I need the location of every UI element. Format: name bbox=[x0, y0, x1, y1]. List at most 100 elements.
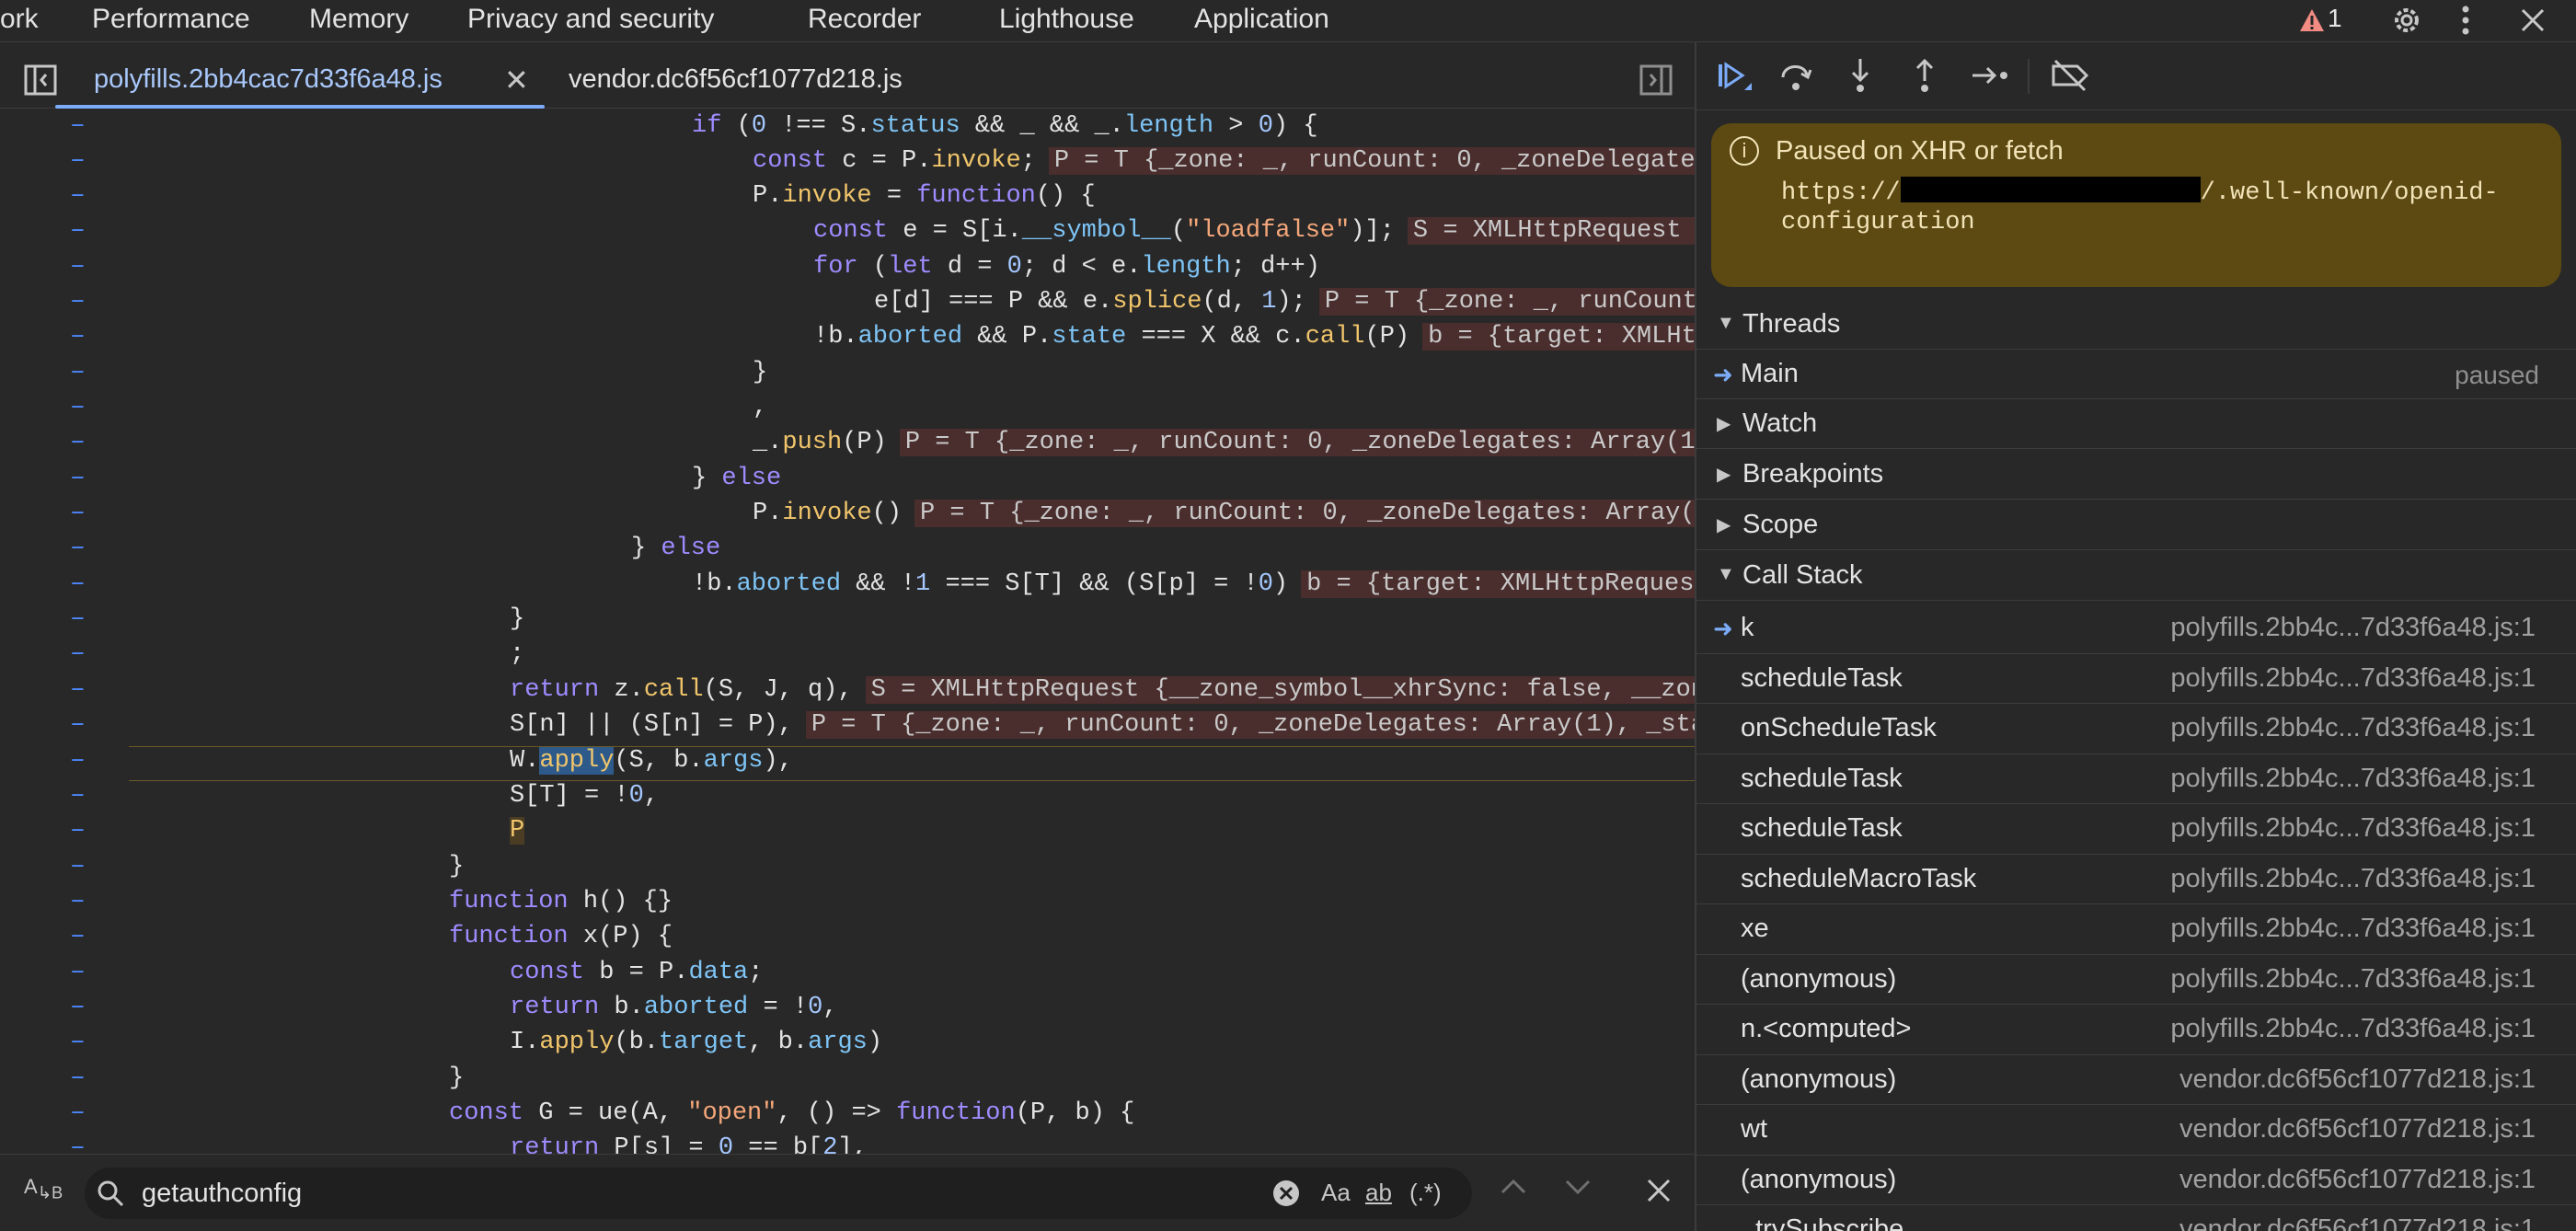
frame-function-name: (anonymous) bbox=[1741, 1164, 1897, 1194]
code-line: – return z.call(S, J, q), S = XMLHttpReque… bbox=[0, 673, 1695, 708]
code-line: – const e = S[i.__symbol__("loadfalse")];… bbox=[0, 213, 1695, 248]
warning-triangle-icon[interactable] bbox=[2298, 2, 2326, 39]
call-stack-frame[interactable]: onScheduleTask polyfills.2bb4c...7d33f6a4… bbox=[1696, 704, 2576, 754]
debugger-sidebar: i Paused on XHR or fetch https:///.well-… bbox=[1696, 42, 2576, 1231]
frame-location[interactable]: vendor.dc6f56cf1077d218.js:1 bbox=[2179, 1165, 2536, 1195]
code-line: –} else bbox=[70, 534, 721, 562]
frame-location[interactable]: polyfills.2bb4c...7d33f6a48.js:1 bbox=[2170, 613, 2536, 643]
frame-function-name: n.<computed> bbox=[1741, 1014, 1912, 1043]
call-stack-frame[interactable]: scheduleTask polyfills.2bb4c...7d33f6a48.… bbox=[1696, 654, 2576, 704]
kebab-menu-icon[interactable] bbox=[2460, 2, 2471, 39]
call-stack-frame[interactable]: _trySubscribe vendor.dc6f56cf1077d218.js:… bbox=[1696, 1205, 2576, 1231]
step-out-icon[interactable] bbox=[1906, 57, 1943, 102]
code-line: – P.invoke = function() { bbox=[70, 181, 1096, 210]
step-into-icon[interactable] bbox=[1842, 57, 1879, 102]
tab-performance[interactable]: Performance bbox=[92, 4, 250, 35]
search-input[interactable] bbox=[142, 1175, 1246, 1212]
source-file-tabs: polyfills.2bb4cac7d33f6a48.js ✕ vendor.d… bbox=[0, 53, 1695, 109]
frame-location[interactable]: polyfills.2bb4c...7d33f6a48.js:1 bbox=[2170, 764, 2536, 794]
code-line: – I.apply(b.target, b.args) bbox=[70, 1028, 883, 1056]
code-line: –; bbox=[70, 639, 525, 668]
call-stack-frame[interactable]: scheduleTask polyfills.2bb4c...7d33f6a48.… bbox=[1696, 754, 2576, 804]
watch-section-header[interactable]: ▶ Watch bbox=[1696, 399, 2576, 449]
regex-button[interactable]: (.*) bbox=[1409, 1179, 1442, 1207]
frame-function-name: scheduleTask bbox=[1741, 813, 1903, 843]
frame-location[interactable]: polyfills.2bb4c...7d33f6a48.js:1 bbox=[2170, 914, 2536, 944]
frame-location[interactable]: polyfills.2bb4c...7d33f6a48.js:1 bbox=[2170, 964, 2536, 995]
call-stack-frame[interactable]: wt vendor.dc6f56cf1077d218.js:1 bbox=[1696, 1105, 2576, 1156]
frame-location[interactable]: polyfills.2bb4c...7d33f6a48.js:1 bbox=[2170, 1014, 2536, 1044]
toggle-navigator-icon[interactable] bbox=[24, 64, 57, 100]
call-stack-frame[interactable]: scheduleTask polyfills.2bb4c...7d33f6a48.… bbox=[1696, 804, 2576, 855]
call-stack-frame[interactable]: n.<computed> polyfills.2bb4c...7d33f6a48.… bbox=[1696, 1005, 2576, 1055]
whole-word-button[interactable]: ab bbox=[1365, 1179, 1392, 1207]
code-line: –} bbox=[70, 358, 768, 386]
code-line: – e[d] === P && e.splice(d, 1); P = T {_zo… bbox=[0, 284, 1695, 319]
paused-reason: Paused on XHR or fetch bbox=[1776, 136, 2064, 166]
match-case-button[interactable]: Aa bbox=[1321, 1179, 1351, 1207]
call-stack-frame[interactable]: (anonymous) vendor.dc6f56cf1077d218.js:1 bbox=[1696, 1156, 2576, 1205]
debugger-toolbar bbox=[1696, 42, 2576, 110]
frame-location[interactable]: polyfills.2bb4c...7d33f6a48.js:1 bbox=[2170, 864, 2536, 894]
call-stack-frame[interactable]: (anonymous) vendor.dc6f56cf1077d218.js:1 bbox=[1696, 1055, 2576, 1105]
warning-count[interactable]: 1 bbox=[2328, 4, 2342, 33]
code-line: – S[T] = !0, bbox=[70, 781, 660, 810]
tab-recorder[interactable]: Recorder bbox=[808, 4, 921, 35]
file-tab-polyfills[interactable]: polyfills.2bb4cac7d33f6a48.js bbox=[94, 64, 443, 95]
threads-section-header[interactable]: ▼ Threads bbox=[1696, 300, 2576, 350]
code-line: – return P[s] = 0 == b[2], bbox=[70, 1133, 868, 1154]
resume-icon[interactable] bbox=[1715, 57, 1754, 102]
call-stack-frame[interactable]: scheduleMacroTask polyfills.2bb4c...7d33f… bbox=[1696, 855, 2576, 904]
step-icon[interactable] bbox=[1969, 57, 2011, 102]
code-line: – function x(P) { bbox=[70, 922, 673, 950]
chevron-down-icon[interactable] bbox=[1564, 1179, 1592, 1202]
code-line: – const c = P.invoke; P = T {_zone: _, run… bbox=[0, 144, 1695, 178]
info-icon: i bbox=[1730, 136, 1759, 166]
frame-location[interactable]: polyfills.2bb4c...7d33f6a48.js:1 bbox=[2170, 813, 2536, 844]
code-line: –} else bbox=[70, 464, 782, 492]
tab-network[interactable]: ork bbox=[0, 4, 39, 35]
deactivate-breakpoints-icon[interactable] bbox=[2050, 57, 2090, 102]
frame-location[interactable]: vendor.dc6f56cf1077d218.js:1 bbox=[2179, 1064, 2536, 1095]
call-stack-frame[interactable]: ➜ k polyfills.2bb4c...7d33f6a48.js:1 bbox=[1696, 604, 2576, 654]
step-over-icon[interactable] bbox=[1777, 57, 1814, 102]
code-editor[interactable]: – if (0 !== S.status && _ && _.length > 0… bbox=[0, 109, 1695, 1154]
tab-memory[interactable]: Memory bbox=[309, 4, 408, 35]
frame-function-name: _trySubscribe bbox=[1741, 1214, 1904, 1231]
thread-main[interactable]: ➜ Main paused bbox=[1696, 350, 2576, 399]
tab-application[interactable]: Application bbox=[1194, 4, 1329, 35]
breakpoints-section-header[interactable]: ▶ Breakpoints bbox=[1696, 450, 2576, 500]
tab-lighthouse[interactable]: Lighthouse bbox=[999, 4, 1134, 35]
code-line: – const b = P.data; bbox=[70, 958, 764, 986]
close-icon[interactable] bbox=[2519, 2, 2547, 39]
clear-search-icon[interactable] bbox=[1271, 1179, 1301, 1214]
tab-privacy-security[interactable]: Privacy and security bbox=[467, 4, 714, 35]
close-tab-icon[interactable]: ✕ bbox=[504, 63, 529, 98]
call-stack-frame[interactable]: (anonymous) polyfills.2bb4c...7d33f6a48.j… bbox=[1696, 955, 2576, 1005]
file-tab-vendor[interactable]: vendor.dc6f56cf1077d218.js bbox=[569, 64, 903, 95]
scope-section-header[interactable]: ▶ Scope bbox=[1696, 500, 2576, 550]
chevron-up-icon[interactable] bbox=[1500, 1177, 1527, 1200]
frame-location[interactable]: polyfills.2bb4c...7d33f6a48.js:1 bbox=[2170, 663, 2536, 694]
gear-icon[interactable] bbox=[2388, 2, 2425, 39]
frame-function-name: scheduleTask bbox=[1741, 662, 1903, 693]
search-box: Aa ab (.*) bbox=[85, 1168, 1472, 1219]
frame-function-name: wt bbox=[1741, 1114, 1767, 1144]
frame-location[interactable]: vendor.dc6f56cf1077d218.js:1 bbox=[2179, 1214, 2536, 1231]
redacted-host bbox=[1900, 177, 2201, 202]
close-search-icon[interactable] bbox=[1645, 1177, 1673, 1209]
frame-location[interactable]: vendor.dc6f56cf1077d218.js:1 bbox=[2179, 1114, 2536, 1145]
call-stack-section-header[interactable]: ▼ Call Stack bbox=[1696, 551, 2576, 601]
call-stack-frame[interactable]: xe polyfills.2bb4c...7d33f6a48.js:1 bbox=[1696, 904, 2576, 955]
toggle-debugger-sidebar-icon[interactable] bbox=[1639, 64, 1673, 100]
current-frame-icon: ➜ bbox=[1713, 615, 1733, 642]
frame-function-name: xe bbox=[1741, 914, 1769, 943]
devtools-panel-tabs: ork Performance Memory Privacy and secur… bbox=[0, 0, 2576, 42]
code-line: – function h() {} bbox=[70, 887, 673, 915]
replace-toggle-icon[interactable]: A↳B bbox=[24, 1175, 63, 1202]
code-line: – S[n] || (S[n] = P), P = T {_zone: _, run… bbox=[0, 708, 1695, 742]
code-line: –} bbox=[70, 852, 465, 880]
frame-location[interactable]: polyfills.2bb4c...7d33f6a48.js:1 bbox=[2170, 713, 2536, 743]
frame-function-name: (anonymous) bbox=[1741, 1064, 1897, 1094]
code-line: – _.push(P) P = T {_zone: _, runCount: 0, … bbox=[0, 425, 1695, 460]
